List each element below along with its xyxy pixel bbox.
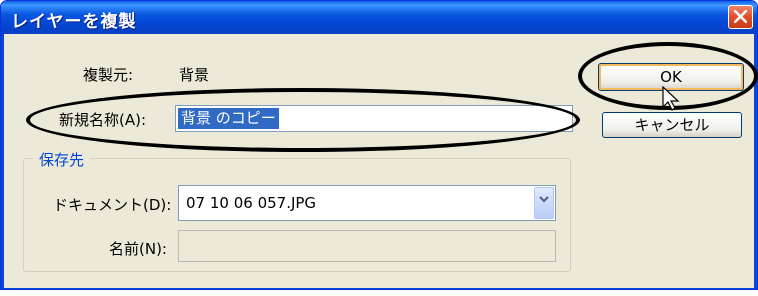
duplicate-label: 複製元:	[83, 66, 134, 84]
layer-name-input[interactable]: 背景 のコピー	[175, 105, 573, 132]
title-bar[interactable]: レイヤーを複製	[1, 1, 757, 34]
close-icon	[734, 10, 747, 23]
dialog-title: レイヤーを複製	[11, 12, 137, 32]
layer-name-selected-text: 背景 のコピー	[178, 108, 279, 129]
chevron-down-icon	[539, 196, 549, 203]
mouse-pointer-icon	[662, 86, 680, 111]
document-label: ドキュメント(D):	[53, 196, 172, 214]
cancel-button[interactable]: キャンセル	[602, 112, 742, 138]
as-label: 新規名称(A):	[59, 111, 147, 129]
close-button[interactable]	[728, 5, 753, 29]
destination-group-label: 保存先	[33, 149, 91, 170]
name-input[interactable]	[178, 230, 556, 262]
duplicate-layer-dialog: レイヤーを複製 複製元: 背景 新規名称(A): 背景 のコピー 保存先 ドキュ…	[0, 0, 758, 290]
document-select[interactable]: 07 10 06 057.JPG	[178, 185, 556, 221]
duplicate-source-value: 背景	[179, 66, 210, 84]
name-label: 名前(N):	[109, 240, 167, 258]
document-select-value: 07 10 06 057.JPG	[186, 194, 317, 212]
document-dropdown-button[interactable]	[534, 187, 554, 219]
